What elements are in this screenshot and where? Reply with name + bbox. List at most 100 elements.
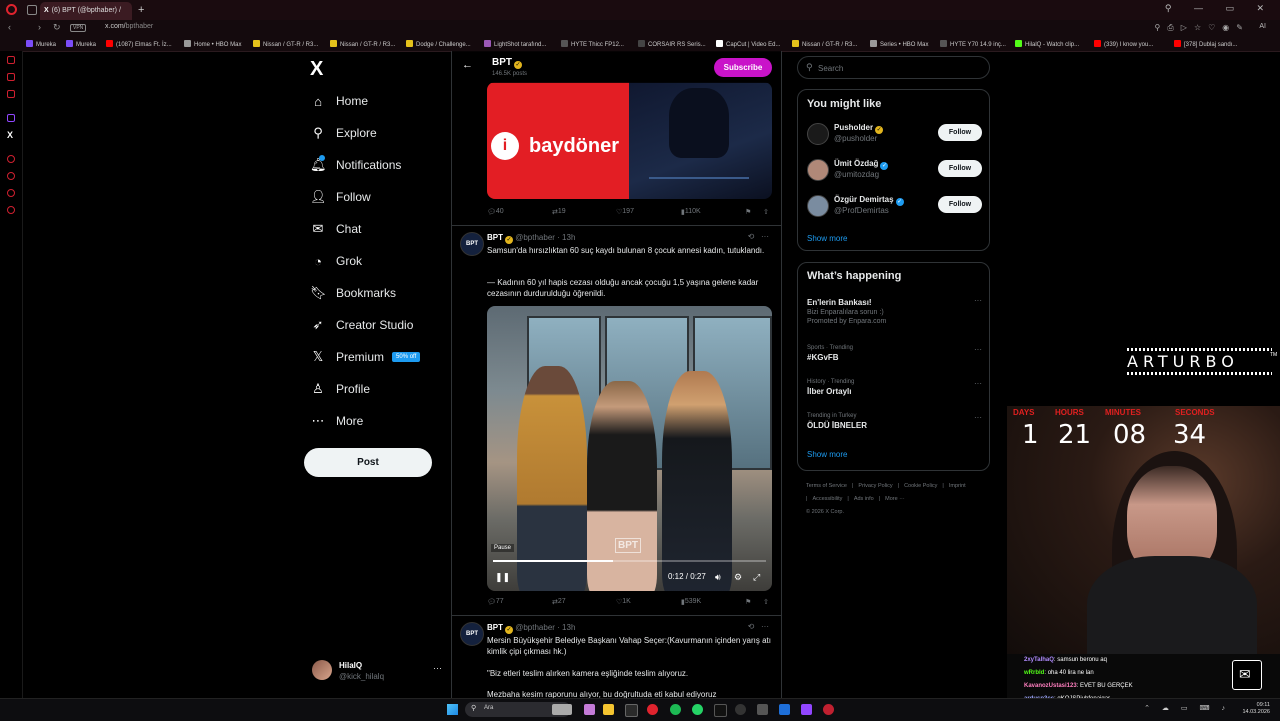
bookmark-item[interactable]: Mureka (66, 40, 96, 48)
nav-item-creator-studio[interactable]: ➶ Creator Studio (310, 315, 414, 335)
bookmark-item[interactable]: HilalQ - Watch clip... (1015, 40, 1079, 48)
follow-button[interactable]: Follow (938, 124, 982, 141)
nav-item-explore[interactable]: ⚲ Explore (310, 123, 376, 143)
tab-menu-icon[interactable] (27, 5, 37, 15)
suggestion-row[interactable]: Ümit Özdağ ✓ @umitozdag Follow (807, 157, 982, 181)
ai-button[interactable]: AI (1259, 23, 1266, 30)
app-icon[interactable] (779, 704, 790, 715)
tweet-tools[interactable]: ⟲ ··· (748, 622, 769, 631)
more-dots-icon[interactable]: ··· (974, 379, 982, 388)
more-dots-icon[interactable]: ··· (974, 296, 982, 305)
nav-item-grok[interactable]: ◔ Grok (310, 251, 362, 271)
sidebar-app-icon[interactable] (7, 172, 15, 180)
views-stat[interactable]: ▮ 110K (681, 208, 701, 216)
more-dots-icon[interactable]: ··· (433, 663, 442, 673)
new-tab-button[interactable]: + (138, 4, 144, 16)
account-switcher[interactable]: HilalQ @kick_hilalq ··· (312, 660, 442, 684)
file-explorer-icon[interactable] (603, 704, 614, 715)
suggestion-row[interactable]: Pusholder ✓ @pusholder Follow (807, 121, 982, 145)
like-button[interactable]: ♡ 197 (616, 208, 634, 216)
chat-toggle[interactable]: ✉ (1232, 660, 1262, 690)
bookmark-item[interactable]: Dodge / Challenge... (406, 40, 471, 48)
nav-item-chat[interactable]: ✉ Chat (310, 219, 362, 239)
retweet-button[interactable]: ⇄ 19 (552, 208, 566, 216)
x-sidebar-icon[interactable]: X (7, 130, 13, 140)
spotify-icon[interactable] (670, 704, 681, 715)
opera-logo-icon[interactable] (6, 4, 17, 15)
twitch-icon[interactable] (7, 114, 15, 122)
footer-link[interactable]: © 2026 X Corp. (806, 509, 844, 515)
browser-tab[interactable]: X (6) BPT (@bpthaber) / (40, 2, 132, 20)
window-controls[interactable]: ⚲ — ▭ ✕ (1165, 3, 1274, 14)
bookmark-item[interactable]: CapCut | Video Ed... (716, 40, 780, 48)
volume-icon[interactable]: 🔊︎ (715, 572, 721, 583)
sidebar-app-icon[interactable] (7, 56, 15, 64)
footer-link[interactable]: More ··· (885, 496, 905, 502)
windows-start-icon[interactable] (447, 704, 458, 715)
trend-item[interactable]: Sports · Trending #KGvFB ··· (807, 345, 982, 362)
subscribe-button[interactable]: Subscribe (714, 58, 772, 77)
back-icon[interactable]: ‹ (8, 22, 11, 32)
footer-link[interactable]: Accessibility (812, 496, 842, 502)
tiktok-icon[interactable] (714, 704, 727, 717)
avatar[interactable] (807, 123, 829, 145)
whatsapp-icon[interactable] (692, 704, 703, 715)
sidebar-app-icon[interactable] (7, 206, 15, 214)
trend-item[interactable]: Trending in Turkey ÖLDÜ İBNELER ··· (807, 413, 982, 430)
search-input[interactable] (816, 61, 980, 76)
nav-item-more[interactable]: ⋯ More (310, 411, 364, 431)
chat-username[interactable]: 2xyTalhaQ (1024, 657, 1054, 663)
avatar[interactable] (807, 195, 829, 217)
nav-item-home[interactable]: ⌂ Home (310, 91, 368, 111)
url-field[interactable]: x.com/bpthaber (105, 23, 153, 30)
trend-item[interactable]: En'lerin Bankası! Bizi Enparalılara sorun… (807, 296, 982, 325)
back-arrow-icon[interactable]: ← (462, 59, 473, 71)
like-button[interactable]: ♡ 1K (616, 598, 631, 606)
forward-icon[interactable]: › (38, 22, 41, 32)
bookmark-item[interactable]: Nissan / GT-R / R3... (792, 40, 857, 48)
suggestion-name[interactable]: Ümit Özdağ (834, 159, 878, 168)
follow-button[interactable]: Follow (938, 160, 982, 177)
bookmark-item[interactable]: (1087) Elmas Ft. İz... (106, 40, 172, 48)
app-icon[interactable] (584, 704, 595, 715)
fullscreen-icon[interactable]: ⤢ (753, 572, 760, 583)
more-dots-icon[interactable]: ··· (974, 413, 982, 422)
retweet-button[interactable]: ⇄ 27 (552, 598, 566, 606)
share-icon[interactable]: ⇧ (763, 598, 769, 606)
reload-icon[interactable]: ↻ (53, 22, 61, 33)
video-player[interactable]: Pause BPT ❚❚ 0:12 / 0:27 🔊︎ ⚙ ⤢ (487, 306, 772, 591)
footer-link[interactable]: Imprint (949, 483, 966, 489)
store-icon[interactable] (625, 704, 638, 717)
nav-item-follow[interactable]: 👤︎ Follow (310, 187, 371, 207)
more-dots-icon[interactable]: ··· (974, 345, 982, 354)
pause-icon[interactable]: ❚❚ (495, 572, 510, 583)
show-more-link[interactable]: Show more (807, 234, 847, 243)
tweet-handle[interactable]: @bpthaber · 13h (515, 623, 575, 632)
discord-icon[interactable] (801, 704, 812, 715)
reply-button[interactable]: 💬︎ 40 (487, 208, 504, 216)
sidebar-app-icon[interactable] (7, 73, 15, 81)
suggestion-name[interactable]: Özgür Demirtaş (834, 195, 894, 204)
nav-item-premium[interactable]: 𝕏 Premium 50% off (310, 347, 421, 367)
nav-item-notifications[interactable]: 🔔︎ Notifications (310, 155, 401, 175)
settings-icon[interactable]: ⚙ (734, 572, 742, 583)
footer-link[interactable]: Ads info (854, 496, 874, 502)
app-icon[interactable] (757, 704, 768, 715)
suggestion-row[interactable]: Özgür Demirtaş ✓ @ProfDemirtas Follow (807, 193, 982, 217)
nav-item-bookmarks[interactable]: 🔖︎ Bookmarks (310, 283, 396, 303)
chat-username[interactable]: KavanozUstasi123 (1024, 683, 1077, 689)
video-progress-bar[interactable] (493, 560, 766, 562)
sidebar-app-icon[interactable] (7, 189, 15, 197)
tweet-author[interactable]: BPT (487, 233, 503, 242)
post-button[interactable]: Post (304, 448, 432, 477)
bookmark-item[interactable]: HYTE Y70 14.9 inç... (940, 40, 1006, 48)
bookmark-item[interactable]: Nissan / GT-R / R3... (330, 40, 395, 48)
tweet-avatar[interactable]: BPT (460, 232, 484, 256)
address-bar-icons[interactable]: ⚲⎙▷☆♡◉✎ (1155, 23, 1250, 33)
bookmark-icon[interactable]: ⚑ (745, 208, 751, 216)
footer-link[interactable]: Terms of Service (806, 483, 847, 489)
footer-link[interactable]: Cookie Policy (904, 483, 937, 489)
views-stat[interactable]: ▮ 539K (681, 598, 701, 606)
bookmark-icon[interactable]: ⚑ (745, 598, 751, 606)
bookmark-item[interactable]: HYTE Thicc FP12... (561, 40, 624, 48)
